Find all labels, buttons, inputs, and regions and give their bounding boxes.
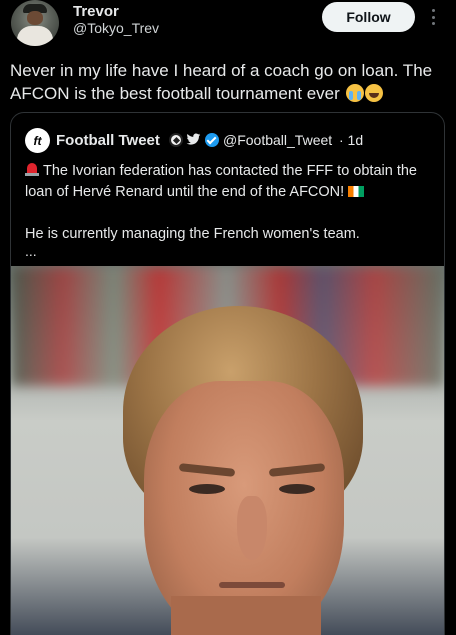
quote-avatar[interactable]: ft [25, 128, 50, 153]
laughing-face-icon [364, 84, 383, 102]
photo-right-eye [279, 484, 315, 494]
follow-button[interactable]: Follow [322, 2, 415, 32]
quoted-post[interactable]: ft Football Tweet @Football_Tweet · 1d T… [10, 112, 445, 635]
more-options-icon[interactable] [428, 6, 438, 28]
verified-badge-icon [205, 133, 219, 147]
photo-neck [171, 596, 321, 635]
siren-icon [25, 162, 39, 177]
author-name[interactable]: Trevor [73, 3, 119, 20]
avatar-shirt [17, 26, 53, 46]
quote-ellipsis: ... [25, 243, 37, 259]
photo-nose [237, 496, 267, 560]
crying-face-icon [345, 84, 364, 102]
quote-timestamp[interactable]: · 1d [339, 132, 363, 148]
author-handle[interactable]: @Tokyo_Trev [73, 20, 159, 36]
bird-icon [186, 133, 201, 145]
photo-mouth [219, 582, 285, 588]
quote-author-name[interactable]: Football Tweet [56, 132, 160, 149]
photo-left-eye [189, 484, 225, 494]
quote-photo[interactable] [11, 266, 444, 635]
quote-text: The Ivorian federation has contacted the… [25, 161, 437, 266]
quote-paragraph-1: The Ivorian federation has contacted the… [25, 161, 437, 203]
quote-line-2: He is currently managing the French wome… [25, 226, 360, 242]
soccer-ball-icon [169, 133, 183, 147]
avatar-face [27, 11, 43, 25]
post-text: Never in my life have I heard of a coach… [10, 59, 450, 105]
ivory-coast-flag-icon [348, 186, 365, 197]
avatar[interactable] [11, 0, 59, 46]
quote-author-handle[interactable]: @Football_Tweet [223, 132, 332, 148]
post-header: Trevor @Tokyo_Trev Follow [0, 0, 456, 56]
